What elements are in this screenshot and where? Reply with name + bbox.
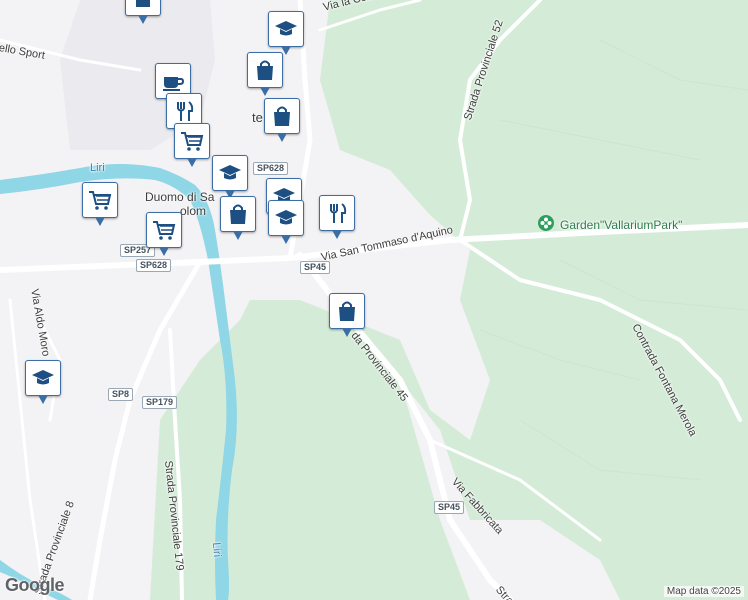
road-shield: SP628 (136, 259, 172, 272)
map-canvas[interactable]: Via la Cosa Strada Provinciale 52 Via Sa… (0, 0, 748, 600)
restaurant-icon (330, 203, 347, 223)
map-pin-restaurant[interactable] (319, 195, 355, 239)
cart-icon (89, 191, 112, 210)
map-base (0, 0, 748, 600)
cart-icon (153, 221, 176, 240)
river-label: Liri (90, 162, 105, 174)
google-logo[interactable]: Google (5, 575, 65, 596)
map-pin-cart[interactable] (174, 123, 210, 167)
shopping-bag-icon (339, 301, 355, 321)
place-label: olom (180, 204, 207, 218)
map-pin-shopping-bag[interactable] (329, 293, 365, 337)
cart-icon (181, 132, 204, 151)
restaurant-icon (177, 101, 194, 121)
place-label: Duomo di Sa (145, 190, 215, 204)
map-pin-education[interactable] (25, 360, 61, 404)
cafe-icon (163, 77, 185, 91)
road-shield: SP179 (142, 396, 178, 409)
education-icon (275, 210, 297, 225)
shopping-icon (136, 0, 150, 7)
road-shield: SP45 (434, 501, 465, 514)
place-label: te (252, 110, 263, 125)
shopping-bag-icon (274, 106, 290, 126)
map-pin-education[interactable] (268, 200, 304, 244)
map-pin-shopping-bag[interactable] (220, 196, 256, 240)
map-pin-shopping-bag[interactable] (264, 98, 300, 142)
road-shield: SP8 (108, 388, 134, 401)
map-pin-cart[interactable] (146, 212, 182, 256)
map-pin-education[interactable] (268, 11, 304, 55)
road-shield: SP45 (300, 261, 331, 274)
map-pin-shopping[interactable] (125, 0, 161, 24)
education-icon (32, 370, 54, 385)
map-attribution[interactable]: Map data ©2025 (663, 586, 744, 597)
education-icon (275, 21, 297, 36)
map-pin-cart[interactable] (82, 182, 118, 226)
map-pin-education[interactable] (212, 155, 248, 199)
shopping-bag-icon (230, 204, 246, 224)
flower-icon[interactable] (538, 215, 554, 231)
road-shield: SP628 (253, 162, 289, 175)
shopping-bag-icon (257, 60, 273, 80)
poi-label[interactable]: Garden"VallariumPark" (560, 218, 682, 232)
map-pin-shopping-bag[interactable] (247, 52, 283, 96)
education-icon (219, 165, 241, 180)
river-label: Liri (210, 542, 224, 558)
